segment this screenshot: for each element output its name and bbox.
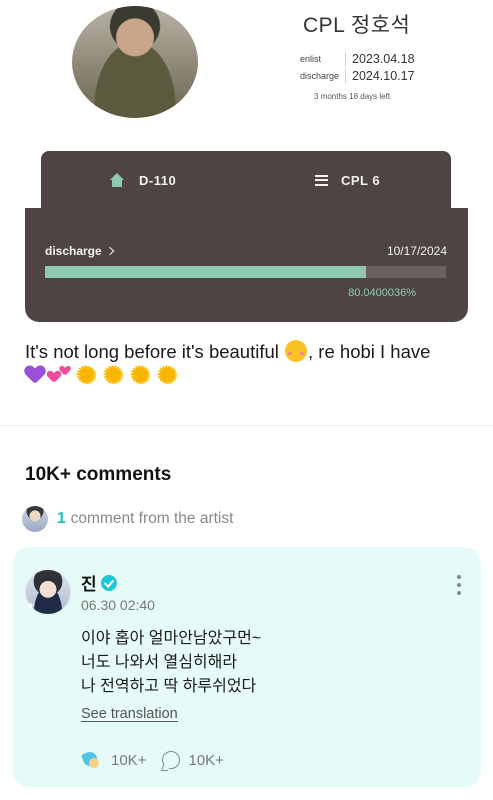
comment-line: 너도 나와서 열심히해라	[81, 654, 238, 671]
purple-heart-icon	[25, 366, 45, 385]
progress-bar-fill	[45, 266, 366, 278]
like-count: 10K+	[111, 751, 147, 769]
chevron-right-icon	[105, 246, 114, 256]
enlist-label: enlist	[300, 54, 322, 64]
sun-icon	[75, 360, 99, 390]
artist-avatar	[22, 506, 48, 532]
discharge-link-label: discharge	[45, 244, 102, 258]
tab-dday[interactable]: D-110	[109, 151, 176, 209]
profile-avatar	[72, 6, 198, 118]
enlist-row: enlist 2023.04.18	[300, 52, 415, 66]
commenter-name[interactable]: 진	[81, 570, 117, 595]
smiling-face-with-hearts-icon	[285, 340, 308, 362]
discharge-date: 2024.10.17	[352, 69, 415, 83]
verified-icon	[100, 574, 117, 591]
two-hearts-icon	[48, 365, 72, 385]
more-options-icon[interactable]	[457, 575, 461, 595]
reply-icon[interactable]	[162, 751, 181, 769]
post-text-part2: , re hobi I have	[308, 341, 431, 362]
section-divider	[0, 425, 493, 426]
divider	[345, 52, 346, 66]
discharge-row: discharge 2024.10.17	[300, 69, 415, 83]
comments-count-title: 10K+ comments	[25, 464, 172, 485]
comment-line: 나 전역하고 딱 하루쉬었다	[81, 678, 257, 695]
post-text-part1: It's not long before it's beautiful	[25, 341, 285, 362]
home-icon	[109, 173, 125, 187]
artist-comment-filter[interactable]: 1 comment from the artist	[22, 506, 233, 532]
discharge-progress-card: discharge 10/17/2024 80.0400036%	[25, 208, 468, 322]
see-translation-link[interactable]: See translation	[81, 706, 178, 722]
comment-actions: 10K+ 10K+	[81, 750, 224, 770]
discharge-date-value: 10/17/2024	[386, 244, 447, 258]
comment-timestamp: 06.30 02:40	[81, 597, 155, 613]
comment-line: 이야 홉아 얼마안남았구먼~	[81, 630, 262, 647]
tab-rank-label: CPL 6	[341, 172, 381, 188]
commenter-name-text: 진	[81, 575, 97, 594]
comment-body: 이야 홉아 얼마안남았구먼~ 너도 나와서 열심히해라 나 전역하고 딱 하루쉬…	[81, 627, 261, 699]
dday-tabbar: D-110 CPL 6	[41, 151, 451, 209]
progress-percent: 80.0400036%	[348, 287, 416, 299]
reply-count: 10K+	[188, 751, 224, 769]
star-badge-icon: ★	[26, 601, 35, 612]
discharge-label: discharge	[300, 71, 340, 81]
tab-dday-label: D-110	[139, 172, 177, 188]
progress-bar	[45, 266, 446, 278]
menu-icon	[315, 174, 328, 186]
discharge-link[interactable]: discharge	[45, 244, 114, 258]
sun-icon	[156, 360, 180, 390]
tab-rank[interactable]: CPL 6	[315, 151, 380, 209]
artist-comment-label: comment from the artist	[70, 510, 234, 527]
like-icon[interactable]	[81, 750, 101, 770]
sun-icon	[129, 360, 153, 390]
enlist-date: 2023.04.18	[352, 52, 415, 66]
time-left: 3 months 18 days left	[314, 92, 391, 101]
profile-rank-name: CPL 정호석	[303, 14, 411, 37]
artist-comment-count: 1	[57, 510, 66, 527]
artist-comment-card: ★ 진 06.30 02:40 이야 홉아 얼마안남았구먼~ 너도 나와서 열심…	[13, 547, 481, 787]
sun-icon	[102, 360, 126, 390]
divider	[345, 69, 346, 83]
post-emoji-row	[25, 360, 180, 390]
